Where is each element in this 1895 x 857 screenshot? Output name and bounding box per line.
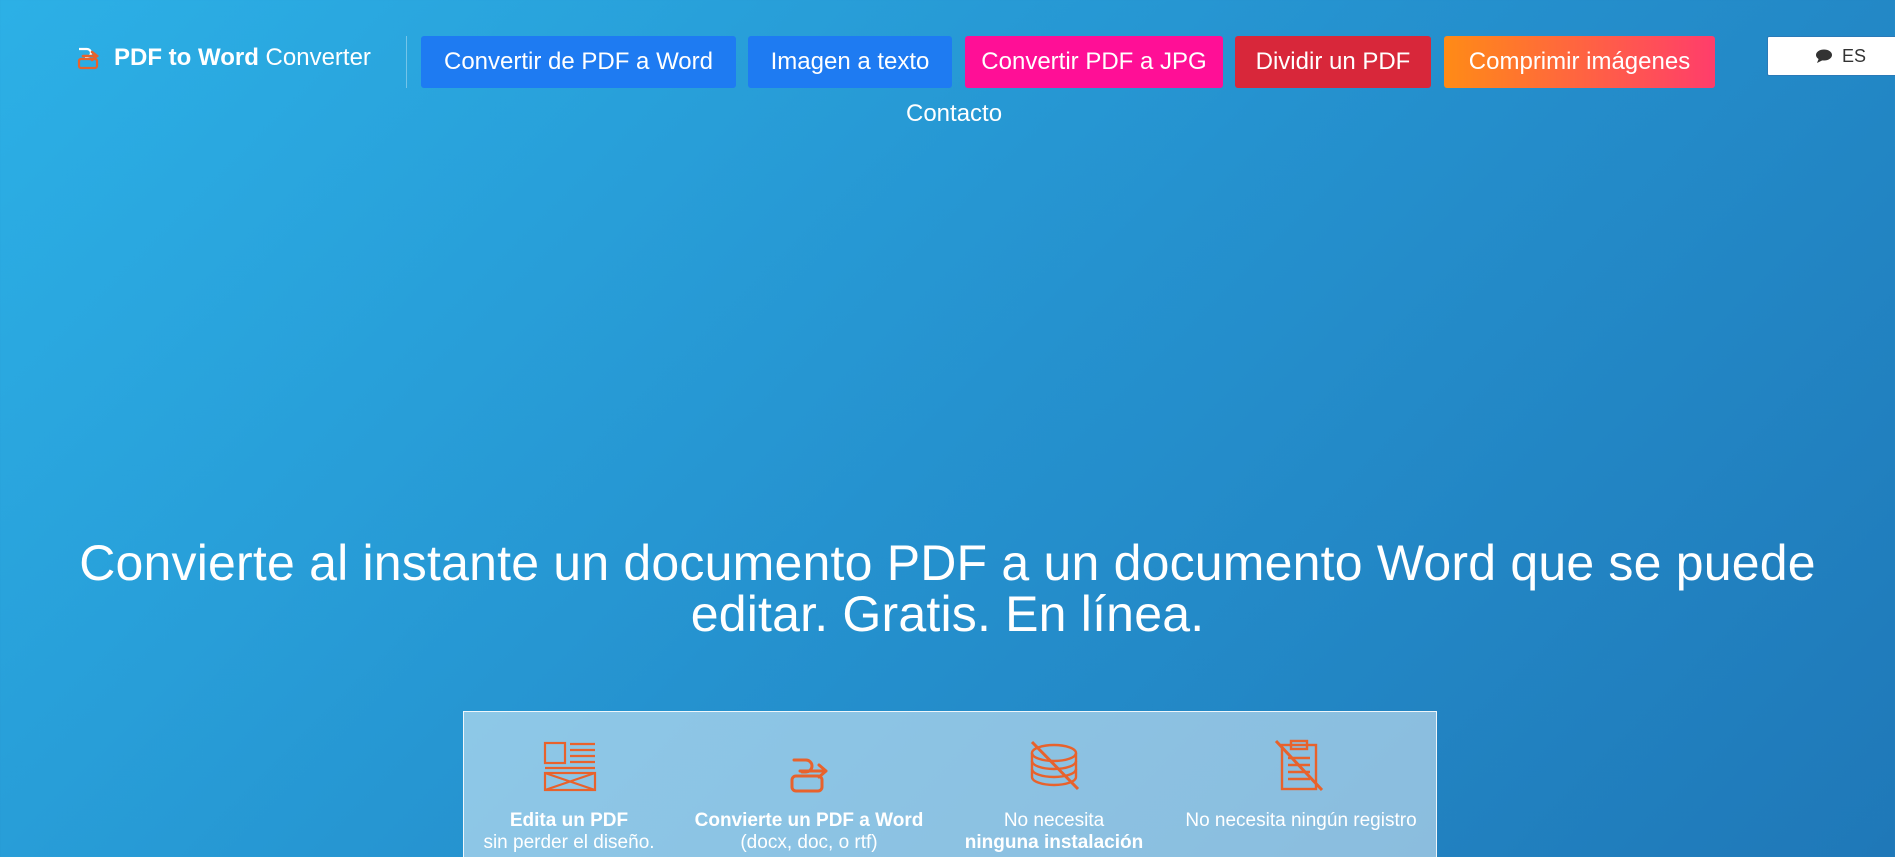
features-panel: Edita un PDF sin perder el diseño. Convi… xyxy=(463,711,1437,857)
convert-arrow-icon xyxy=(77,47,100,70)
layout-document-icon xyxy=(543,741,597,792)
language-label: ES xyxy=(1841,45,1866,66)
no-database-icon xyxy=(1030,740,1080,791)
nav-compress-images-button[interactable]: Comprimir imágenes xyxy=(1444,36,1715,88)
nav-contact-link[interactable]: Contacto xyxy=(906,100,1002,128)
logo-bold-text: PDF to Word xyxy=(114,44,259,71)
feature-no-install-line2: ninguna instalación xyxy=(964,832,1144,853)
nav-image-to-text-button[interactable]: Imagen a texto xyxy=(748,36,952,88)
convert-arrow-icon xyxy=(790,758,828,793)
feature-no-registration-text: No necesita ningún registro xyxy=(1185,810,1417,831)
feature-edit-pdf-title: Edita un PDF xyxy=(509,810,629,831)
hero-title-line-1: Convierte al instante un documento PDF a… xyxy=(79,535,1816,591)
header-divider xyxy=(406,36,407,88)
nav-convert-pdf-to-word-button[interactable]: Convertir de PDF a Word xyxy=(421,36,736,88)
logo[interactable]: PDF to Word Converter xyxy=(74,44,371,72)
language-selector[interactable]: ES xyxy=(1767,36,1895,76)
no-clipboard-icon xyxy=(1274,739,1324,792)
hero-title: Convierte al instante un documento PDF a… xyxy=(0,538,1895,640)
nav-split-pdf-button[interactable]: Dividir un PDF xyxy=(1235,36,1431,88)
nav-convert-pdf-to-jpg-button[interactable]: Convertir PDF a JPG xyxy=(965,36,1223,88)
feature-no-install-line1: No necesita xyxy=(1003,810,1105,831)
speech-bubble-icon xyxy=(1815,49,1832,63)
logo-light-text: Converter xyxy=(258,44,371,71)
feature-edit-pdf-subtitle: sin perder el diseño. xyxy=(483,832,655,853)
feature-convert-subtitle: (docx, doc, o rtf) xyxy=(740,832,878,853)
hero-title-line-2: editar. Gratis. En línea. xyxy=(690,586,1205,642)
feature-convert-title: Convierte un PDF a Word xyxy=(694,810,924,831)
